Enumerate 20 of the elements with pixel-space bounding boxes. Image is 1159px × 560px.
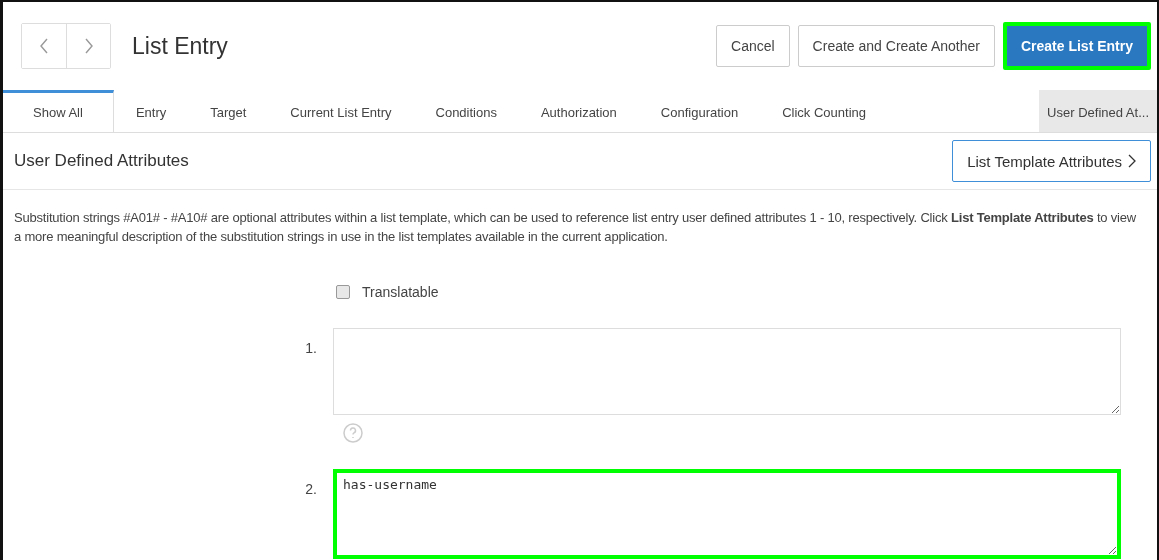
attribute-textarea[interactable] <box>333 328 1121 415</box>
tab[interactable]: Show All <box>3 90 114 132</box>
description-text: Substitution strings #A01# - #A10# are optional attributes within a list template, which can be used to reference list entry user defined attributes 1 - 10, respectively. Click List Template Attributes to view a more meaningful description of the substitution strings in use in the list templates available in the current application. <box>14 209 1138 246</box>
action-button[interactable]: Create and Create Another <box>797 25 995 67</box>
chevron-left-icon <box>39 38 49 54</box>
next-button[interactable] <box>66 24 110 68</box>
chevron-right-icon <box>83 38 94 54</box>
translatable-checkbox[interactable] <box>336 285 350 299</box>
attribute-textarea[interactable]: has-username <box>333 469 1121 559</box>
create-button[interactable]: Create List Entry <box>1002 22 1151 70</box>
page-title: List Entry <box>132 32 229 60</box>
section-title: User Defined Attributes <box>14 151 189 171</box>
attribute-number: 1. <box>305 340 317 358</box>
attribute-number: 2. <box>305 481 317 499</box>
action-button[interactable]: Cancel <box>716 25 790 67</box>
checkbox-label: Translatable <box>362 284 439 300</box>
tab[interactable]: User Defined At... <box>1039 90 1157 132</box>
list-template-attributes-button[interactable]: List Template Attributes <box>952 140 1151 182</box>
help-icon[interactable] <box>343 423 363 443</box>
chevron-right-icon <box>1128 154 1136 168</box>
